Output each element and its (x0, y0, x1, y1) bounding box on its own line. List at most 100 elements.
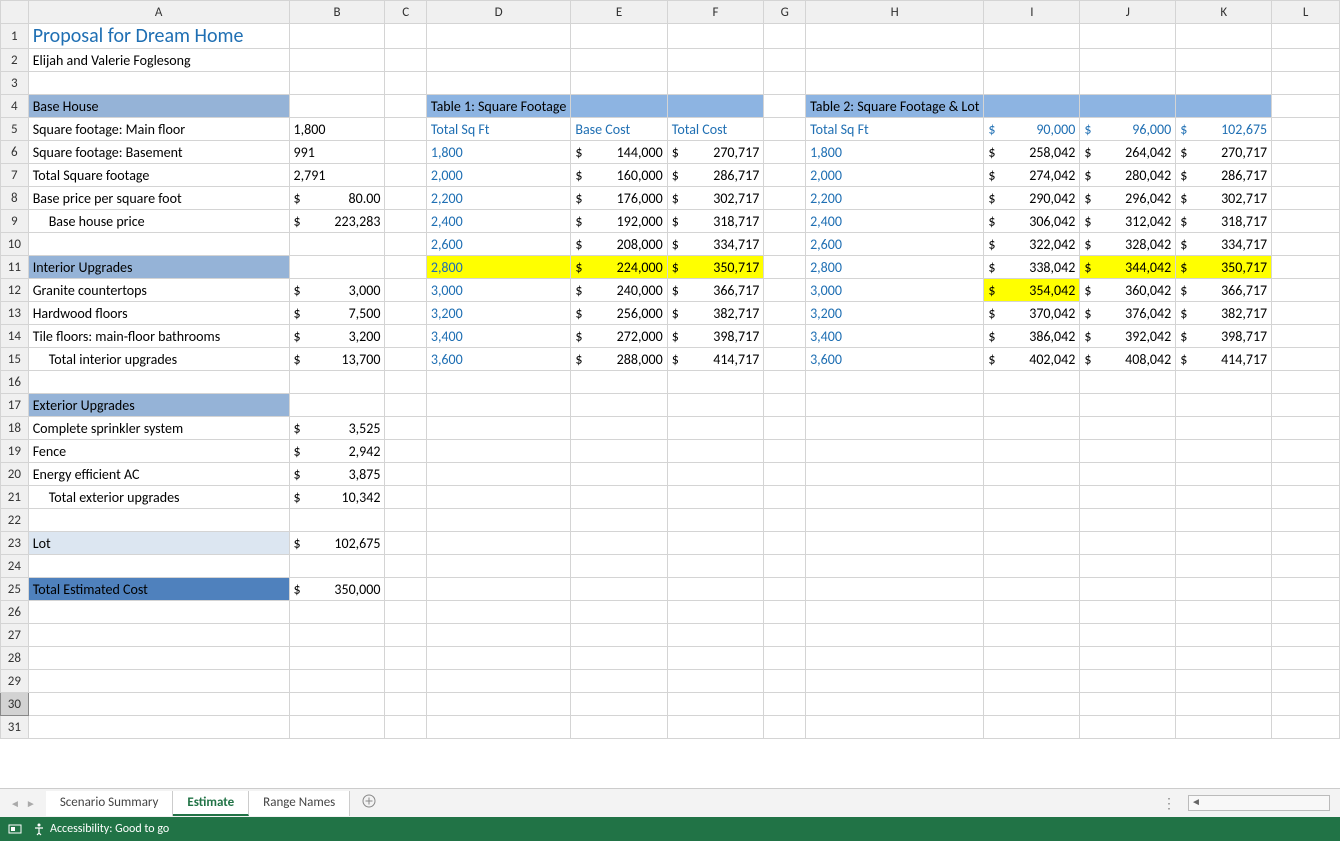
cell[interactable]: $354,042 (984, 279, 1080, 302)
column-header[interactable]: H (806, 1, 984, 24)
cell[interactable] (1176, 624, 1272, 647)
cell[interactable] (571, 532, 667, 555)
cell[interactable]: Total interior upgrades (28, 348, 289, 371)
cell[interactable] (426, 670, 571, 693)
cell[interactable] (667, 463, 764, 486)
cell[interactable]: $80.00 (289, 187, 385, 210)
column-header[interactable]: C (385, 1, 426, 24)
cell[interactable] (764, 118, 806, 141)
cell[interactable]: 3,600 (806, 348, 984, 371)
cell[interactable] (1080, 716, 1176, 739)
cell[interactable]: 3,200 (806, 302, 984, 325)
cell[interactable] (385, 141, 426, 164)
cell[interactable] (571, 647, 667, 670)
cell[interactable] (289, 555, 385, 578)
cell[interactable] (1080, 578, 1176, 601)
cell[interactable]: $328,042 (1080, 233, 1176, 256)
row-header[interactable]: 30 (1, 693, 29, 716)
column-header[interactable]: L (1272, 1, 1340, 24)
cell[interactable]: $414,717 (667, 348, 764, 371)
cell[interactable]: $3,525 (289, 417, 385, 440)
cell[interactable] (385, 532, 426, 555)
cell[interactable] (764, 233, 806, 256)
cell[interactable] (764, 371, 806, 394)
cell[interactable] (426, 394, 571, 417)
cell[interactable]: Interior Upgrades (28, 256, 289, 279)
cell[interactable] (385, 24, 426, 49)
cell[interactable]: Table 2: Square Footage & Lot (806, 95, 984, 118)
cell[interactable] (1080, 624, 1176, 647)
cell[interactable]: Proposal for Dream Home (28, 24, 289, 49)
cell[interactable] (28, 371, 289, 394)
cell[interactable] (806, 440, 984, 463)
cell[interactable]: $192,000 (571, 210, 667, 233)
cell[interactable]: 3,000 (426, 279, 571, 302)
cell[interactable] (426, 578, 571, 601)
cell[interactable] (667, 670, 764, 693)
cell[interactable]: $392,042 (1080, 325, 1176, 348)
cell[interactable] (764, 279, 806, 302)
cell[interactable] (1272, 624, 1340, 647)
cell[interactable] (1176, 601, 1272, 624)
cell[interactable]: $258,042 (984, 141, 1080, 164)
cell[interactable] (764, 348, 806, 371)
cell[interactable] (1176, 24, 1272, 49)
cell[interactable] (667, 555, 764, 578)
cell[interactable]: $398,717 (667, 325, 764, 348)
cell[interactable] (806, 509, 984, 532)
cell[interactable] (289, 49, 385, 72)
cell[interactable]: 2,000 (806, 164, 984, 187)
cell[interactable] (1272, 463, 1340, 486)
cell[interactable] (1176, 532, 1272, 555)
cell[interactable] (571, 394, 667, 417)
cell[interactable] (289, 670, 385, 693)
row-header[interactable]: 26 (1, 601, 29, 624)
cell[interactable]: $350,000 (289, 578, 385, 601)
cell[interactable] (984, 72, 1080, 95)
cell[interactable] (764, 325, 806, 348)
cell[interactable]: 1,800 (426, 141, 571, 164)
row-header[interactable]: 5 (1, 118, 29, 141)
cell[interactable] (764, 716, 806, 739)
cell[interactable] (571, 440, 667, 463)
cell[interactable]: $398,717 (1176, 325, 1272, 348)
row-header[interactable]: 29 (1, 670, 29, 693)
cell[interactable] (1176, 440, 1272, 463)
cell[interactable] (806, 24, 984, 49)
cell[interactable] (764, 49, 806, 72)
cell[interactable] (289, 371, 385, 394)
tab-options-icon[interactable]: ⋮ (1162, 795, 1178, 812)
cell[interactable] (667, 486, 764, 509)
cell[interactable] (1272, 279, 1340, 302)
cell[interactable] (571, 371, 667, 394)
cell[interactable] (385, 555, 426, 578)
cell[interactable]: $334,717 (1176, 233, 1272, 256)
cell[interactable] (426, 532, 571, 555)
cell[interactable] (1080, 72, 1176, 95)
cell[interactable] (667, 24, 764, 49)
cell[interactable] (28, 601, 289, 624)
cell[interactable]: $312,042 (1080, 210, 1176, 233)
cell[interactable]: $96,000 (1080, 118, 1176, 141)
sheet-tab[interactable]: Range Names (249, 791, 350, 816)
cell[interactable] (984, 693, 1080, 716)
cell[interactable]: $3,875 (289, 463, 385, 486)
cell[interactable] (1176, 486, 1272, 509)
record-macro-icon[interactable] (8, 822, 22, 836)
cell[interactable] (28, 693, 289, 716)
cell[interactable] (806, 417, 984, 440)
row-header[interactable]: 17 (1, 394, 29, 417)
column-header[interactable]: F (667, 1, 764, 24)
cell[interactable] (28, 72, 289, 95)
row-header[interactable]: 24 (1, 555, 29, 578)
cell[interactable] (806, 624, 984, 647)
cell[interactable] (1272, 325, 1340, 348)
row-header[interactable]: 13 (1, 302, 29, 325)
cell[interactable] (806, 486, 984, 509)
cell[interactable] (1272, 210, 1340, 233)
cell[interactable] (1272, 532, 1340, 555)
cell[interactable] (806, 555, 984, 578)
cell[interactable] (385, 256, 426, 279)
cell[interactable] (764, 440, 806, 463)
cell[interactable] (667, 716, 764, 739)
